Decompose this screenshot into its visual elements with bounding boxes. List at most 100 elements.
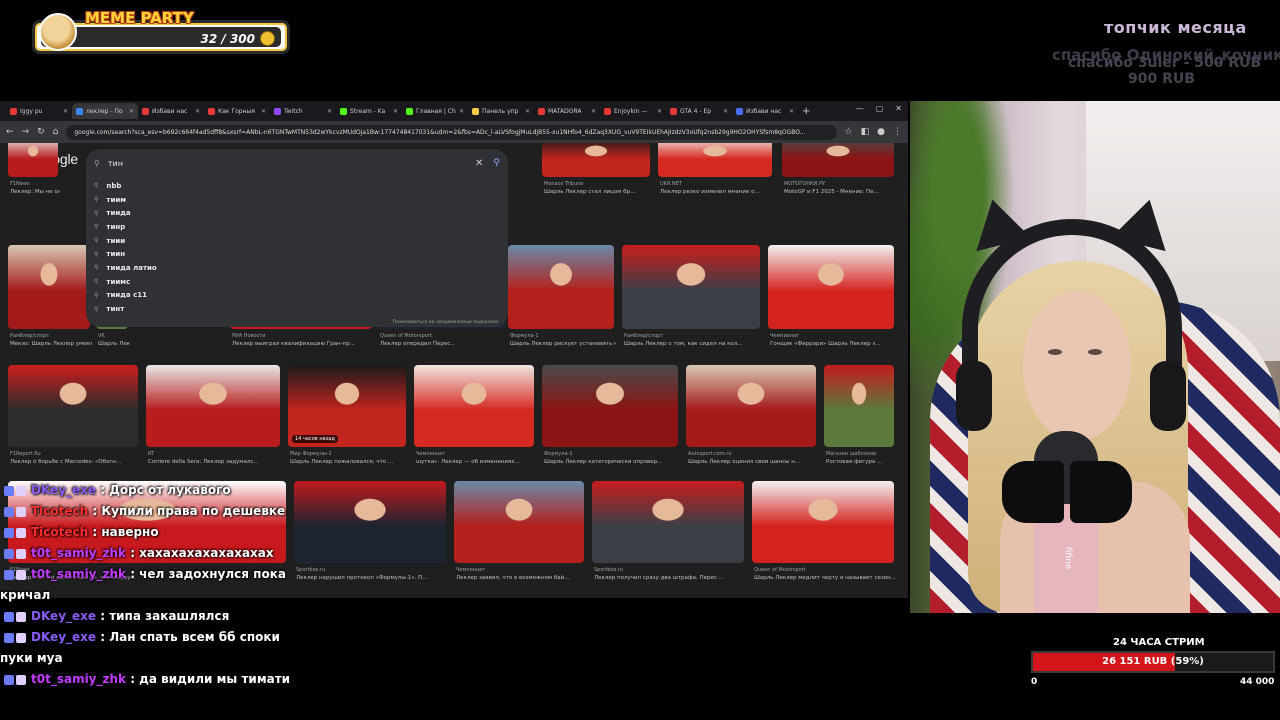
menu-icon[interactable]: ⋮	[893, 127, 902, 137]
image-caption[interactable]: Шарль Леклер пожаловался, что ...	[290, 459, 408, 465]
search-input[interactable]: тин	[108, 159, 475, 168]
back-icon[interactable]: ←	[6, 127, 14, 137]
chat-username[interactable]: t0t_samiy_zhk	[31, 672, 126, 686]
image-result[interactable]	[508, 245, 614, 329]
home-icon[interactable]: ⌂	[53, 127, 59, 137]
image-source[interactable]: RT	[148, 451, 282, 457]
suggestion-item[interactable]: ⚲ тиида латио	[86, 261, 508, 275]
suggestion-item[interactable]: ⚲ nbb	[86, 179, 508, 193]
image-caption[interactable]: Corriere della Sera: Леклер задумалс...	[148, 459, 282, 465]
image-caption[interactable]: Леклер резко изменил мнение о...	[660, 189, 774, 195]
tab-close-icon[interactable]: ✕	[525, 108, 530, 115]
chat-username[interactable]: Ticotech	[31, 525, 88, 539]
browser-tab[interactable]: Избави нас ✕	[732, 103, 798, 119]
image-caption[interactable]: Мекиз: Шарль Леклер умеет найти ...	[10, 341, 92, 347]
image-source[interactable]: Queen of Motorsport	[380, 333, 508, 339]
suggestion-item[interactable]: ⚲ тиида	[86, 206, 508, 220]
image-result[interactable]	[658, 143, 772, 177]
suggestion-report-link[interactable]: Пожаловаться на неприемлемые подсказки	[393, 320, 498, 325]
reload-icon[interactable]: ↻	[37, 127, 45, 137]
browser-tab[interactable]: Панель упр ✕	[468, 103, 534, 119]
tab-close-icon[interactable]: ✕	[723, 108, 728, 115]
browser-tab[interactable]: Главная | Ch ✕	[402, 103, 468, 119]
chat-username[interactable]: DKey_exe	[31, 630, 96, 644]
browser-tab[interactable]: Twitch ✕	[270, 103, 336, 119]
browser-tab[interactable]: Избави нас ✕	[138, 103, 204, 119]
search-submit-icon[interactable]: ⚲	[493, 158, 500, 168]
profile-icon[interactable]: ●	[877, 127, 885, 137]
suggestion-item[interactable]: ⚲ тинр	[86, 220, 508, 234]
suggestion-item[interactable]: ⚲ тиин	[86, 247, 508, 261]
image-source[interactable]: Формула-1	[510, 333, 616, 339]
chat-username[interactable]: t0t_samiy_zhk	[31, 567, 126, 581]
image-result[interactable]	[752, 481, 894, 563]
tab-close-icon[interactable]: ✕	[129, 108, 134, 115]
clear-search-icon[interactable]: ✕	[475, 158, 483, 169]
image-caption[interactable]: шутка». Леклер — об изменениях...	[416, 459, 536, 465]
image-caption[interactable]: Леклер выиграл квалификацию Гран-пр...	[232, 341, 374, 347]
browser-tab[interactable]: леклер - По ✕	[72, 103, 138, 119]
maximize-icon[interactable]: ▢	[876, 104, 884, 113]
image-source[interactable]: Queen of Motorsport	[754, 567, 896, 573]
image-result[interactable]	[782, 143, 894, 177]
image-caption[interactable]: MotoGP и F1 2025 - Мнение: Пе...	[784, 189, 896, 195]
image-caption[interactable]: Шарль Леклер рискует установить неже...	[510, 341, 616, 347]
image-source[interactable]: Чемпионат	[416, 451, 536, 457]
url-field[interactable]: google.com/search?sca_esv=b692c664f4ad5d…	[66, 124, 837, 140]
image-result[interactable]	[824, 365, 894, 447]
image-result[interactable]	[768, 245, 894, 329]
image-source[interactable]: Autosport.com.ru	[688, 451, 818, 457]
image-result[interactable]	[622, 245, 760, 329]
suggestion-item[interactable]: ⚲ тинт	[86, 302, 508, 316]
tab-close-icon[interactable]: ✕	[195, 108, 200, 115]
suggestion-item[interactable]: ⚲ тиии	[86, 234, 508, 248]
image-source[interactable]: МОТОГОНКИ.РУ	[784, 181, 896, 187]
search-box[interactable]: ⚲ тин ✕ ⚲	[86, 149, 508, 177]
image-caption[interactable]: Ростовая фигура ...	[826, 459, 896, 465]
image-caption[interactable]: Шарль Леклер оценил свои шансы н...	[688, 459, 818, 465]
image-caption[interactable]: Леклер о борьбе с Mercedes: «Обогн...	[10, 459, 140, 465]
browser-tab[interactable]: Iggy pu ✕	[6, 103, 72, 119]
browser-tab[interactable]: Как Горныя ✕	[204, 103, 270, 119]
image-caption[interactable]: Шарль Леклер стал лицом бр...	[544, 189, 652, 195]
image-result[interactable]	[542, 365, 678, 447]
chat-username[interactable]: DKey_exe	[31, 609, 96, 623]
chat-username[interactable]: t0t_samiy_zhk	[31, 546, 126, 560]
image-source[interactable]: Sportbox.ru	[594, 567, 746, 573]
tab-close-icon[interactable]: ✕	[327, 108, 332, 115]
image-source[interactable]: Monaco Tribune	[544, 181, 652, 187]
image-caption[interactable]: Леклер заявил, что в возможном бай...	[456, 575, 586, 581]
image-source[interactable]: Мир Формулы-1	[290, 451, 408, 457]
image-result[interactable]	[542, 143, 650, 177]
browser-tab[interactable]: Stream - Ka ✕	[336, 103, 402, 119]
chat-username[interactable]: DKey_exe	[31, 483, 96, 497]
suggestion-item[interactable]: ⚲ тиим	[86, 193, 508, 207]
image-source[interactable]: Рамблер/спорт	[624, 333, 762, 339]
browser-tab[interactable]: Enjoykin — ✕	[600, 103, 666, 119]
image-result[interactable]	[414, 365, 534, 447]
browser-tab[interactable]: MATADORA ✕	[534, 103, 600, 119]
suggestion-item[interactable]: ⚲ тиимс	[86, 275, 508, 289]
tab-close-icon[interactable]: ✕	[789, 108, 794, 115]
bookmark-star-icon[interactable]: ☆	[845, 127, 853, 137]
tab-close-icon[interactable]: ✕	[591, 108, 596, 115]
tab-close-icon[interactable]: ✕	[393, 108, 398, 115]
image-source[interactable]: VK	[98, 333, 130, 339]
forward-icon[interactable]: →	[22, 127, 30, 137]
tab-close-icon[interactable]: ✕	[261, 108, 266, 115]
image-caption[interactable]: Леклер опередил Перес...	[380, 341, 508, 347]
extensions-icon[interactable]: ◧	[861, 127, 870, 137]
close-icon[interactable]: ✕	[895, 104, 902, 113]
image-caption[interactable]: Леклер получил сразу два штрафа, Перес .…	[594, 575, 746, 581]
image-source[interactable]: F1News	[10, 181, 60, 187]
image-source[interactable]: РИА Новости	[232, 333, 374, 339]
image-result[interactable]	[8, 245, 90, 329]
image-result[interactable]: 14 часов назад	[288, 365, 406, 447]
image-caption[interactable]: Гонщик «Феррари» Шарль Леклер з...	[770, 341, 896, 347]
chat-username[interactable]: Ticotech	[31, 504, 88, 518]
image-caption[interactable]: Шарль Леклер медлит черту и называет сез…	[754, 575, 896, 581]
image-result[interactable]	[454, 481, 584, 563]
image-result[interactable]	[592, 481, 744, 563]
image-source[interactable]: Формула-1	[544, 451, 680, 457]
image-source[interactable]: Чемпионат	[456, 567, 586, 573]
